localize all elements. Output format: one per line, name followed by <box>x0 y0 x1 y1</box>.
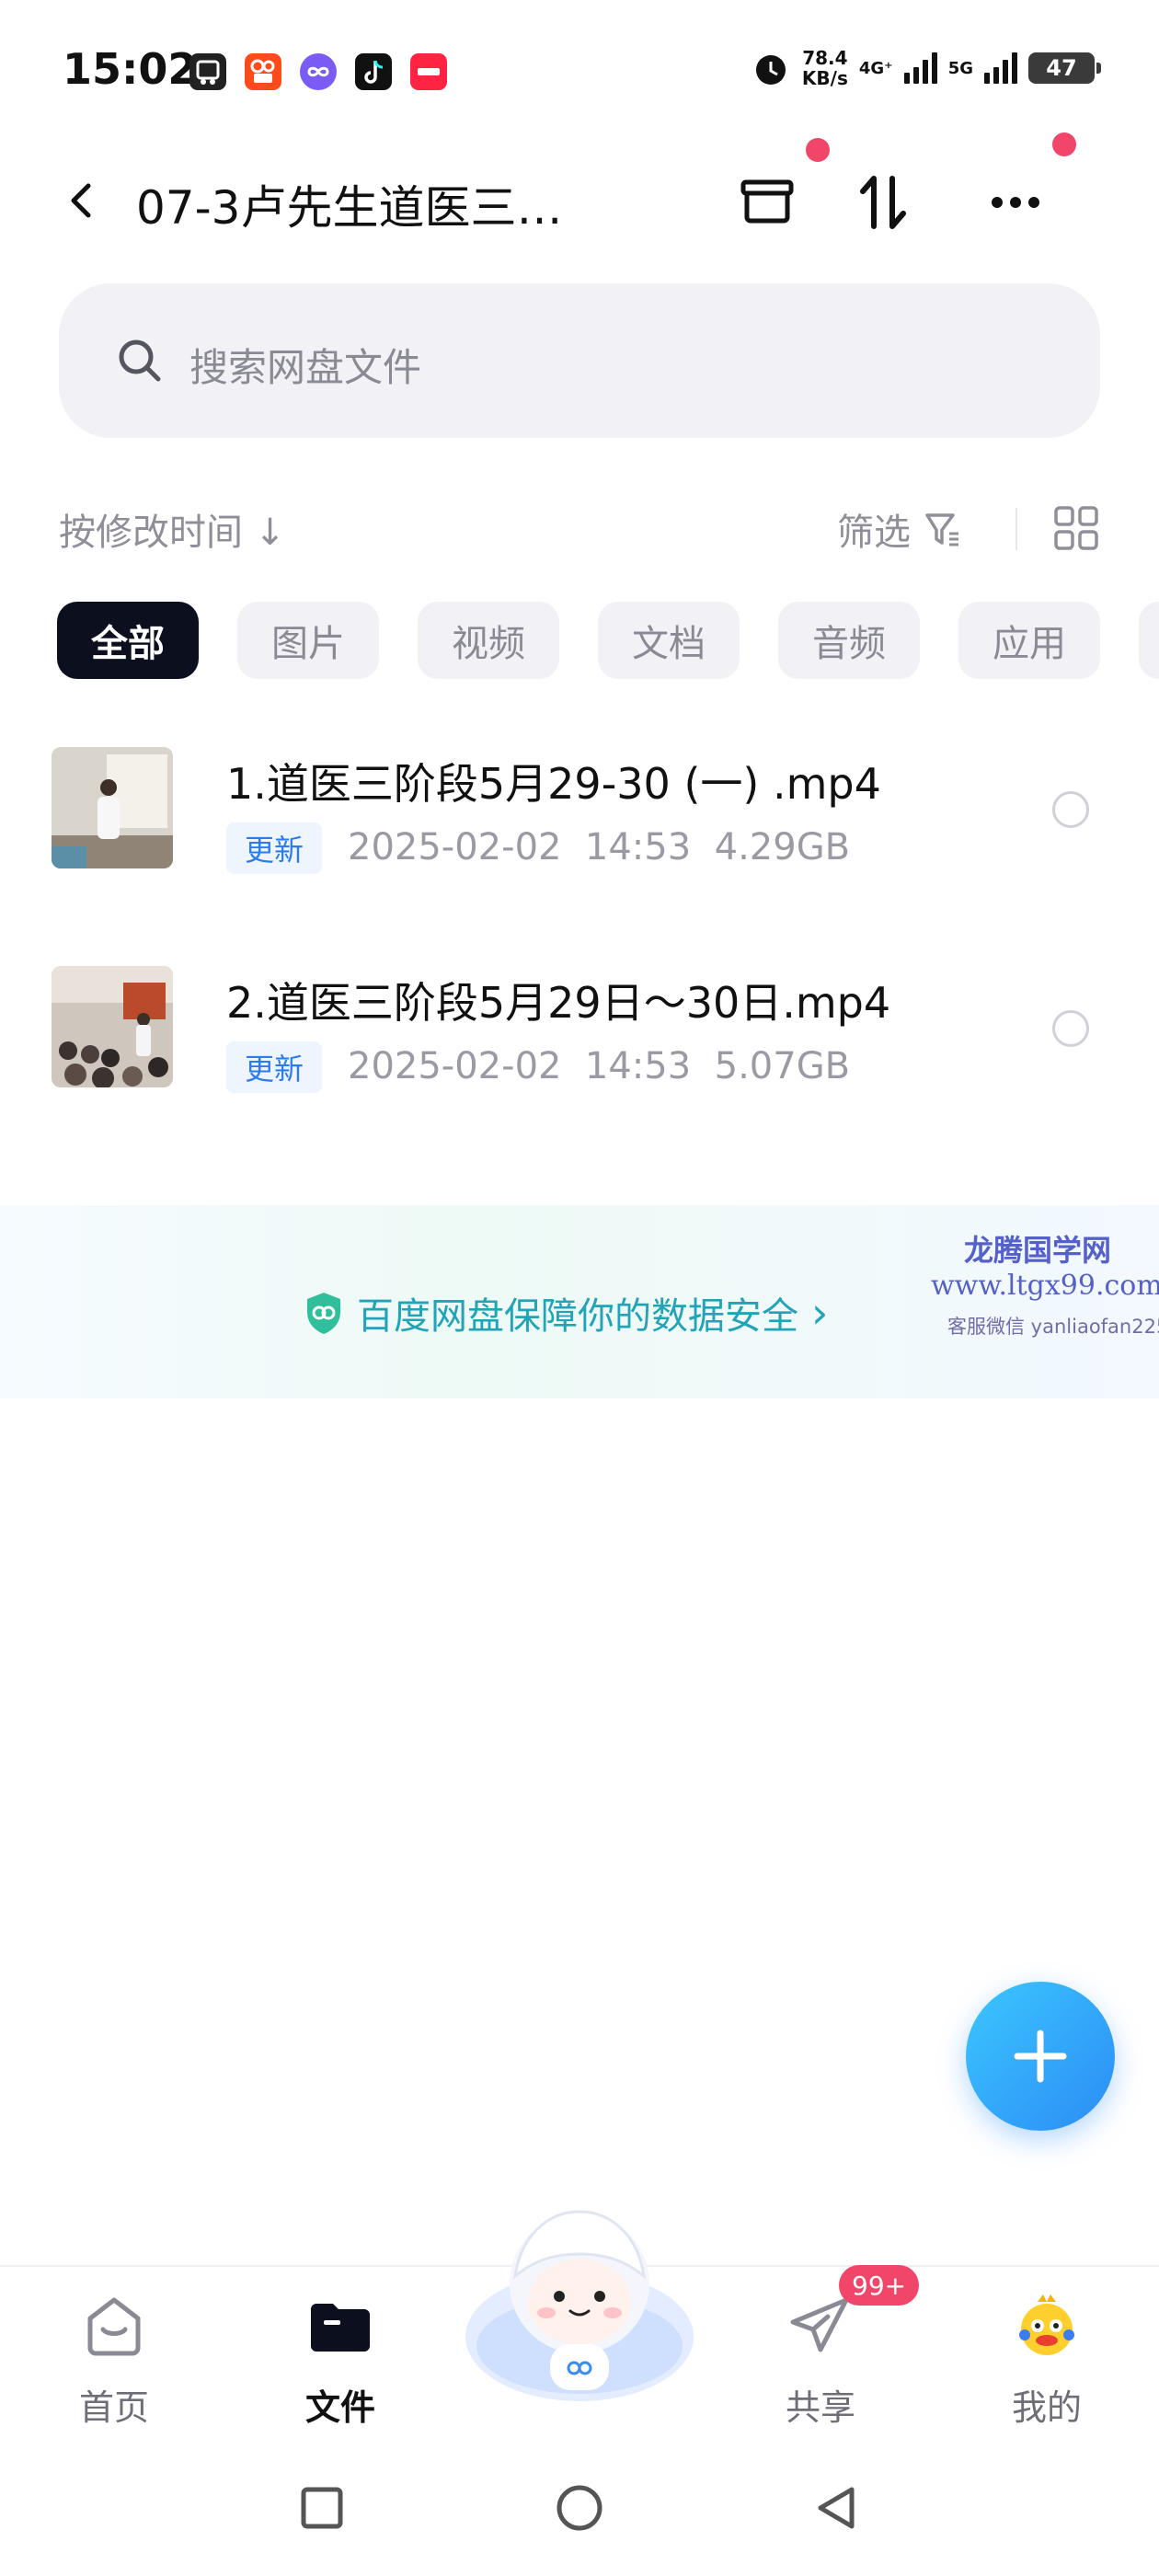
app-icon-1 <box>189 53 226 90</box>
top-header: 07-3卢先生道医三… <box>0 132 1159 267</box>
folder-icon <box>311 2304 370 2352</box>
search-placeholder: 搜索网盘文件 <box>189 345 422 390</box>
grid-view-icon[interactable] <box>1052 504 1100 552</box>
file-name: 1.道医三阶段5月29-30 (一) .mp4 <box>226 759 881 809</box>
update-badge: 更新 <box>226 822 323 874</box>
chip-documents[interactable]: 文档 <box>598 602 740 679</box>
nav-share-label: 共享 <box>785 2387 855 2428</box>
nav-share[interactable]: 共享 <box>747 2289 894 2428</box>
page-title: 07-3卢先生道医三… <box>136 181 563 235</box>
filter-icon <box>925 513 958 546</box>
mascot-button[interactable] <box>462 2199 697 2410</box>
file-meta: 2025-02-02 14:53 5.07GB <box>348 1045 851 1087</box>
signal-5g-icon <box>984 52 1017 84</box>
nav-mine-label: 我的 <box>1011 2387 1082 2428</box>
home-circle-icon[interactable] <box>552 2480 607 2536</box>
select-radio[interactable] <box>1052 791 1089 828</box>
plus-icon <box>1014 2030 1067 2083</box>
share-count-badge: 99+ <box>839 2265 920 2306</box>
chip-apps[interactable]: 应用 <box>958 602 1100 679</box>
file-list: 1.道医三阶段5月29-30 (一) .mp4 更新 2025-02-02 14… <box>0 718 1159 1156</box>
xiaohongshu-icon <box>410 53 447 90</box>
recents-icon[interactable] <box>294 2480 350 2536</box>
net-4g-label: 4G⁺ <box>858 58 893 78</box>
back-icon[interactable] <box>55 173 110 228</box>
avatar-icon <box>1019 2294 1074 2355</box>
more-icon[interactable] <box>979 166 1052 239</box>
net-speed: 78.4 KB/s <box>801 47 848 89</box>
search-bar[interactable]: 搜索网盘文件 <box>59 283 1100 438</box>
nav-home-label: 首页 <box>78 2387 149 2428</box>
watermark-title: 龙腾国学网 <box>964 1233 1112 1268</box>
sort-row: 按修改时间 ↓ 筛选 <box>59 497 1100 558</box>
sort-divider <box>1016 508 1017 550</box>
net-5g-label: 5G <box>947 58 973 78</box>
back-triangle-icon[interactable] <box>809 2480 865 2536</box>
chevron-right-icon: › <box>811 1288 829 1338</box>
signal-4g-icon <box>903 52 937 84</box>
system-nav-bar <box>0 2440 1159 2576</box>
status-time: 15:02 <box>63 44 198 94</box>
file-name: 2.道医三阶段5月29日～30日.mp4 <box>226 978 891 1028</box>
chip-audio[interactable]: 音频 <box>778 602 920 679</box>
status-right: 78.4 KB/s 4G⁺ 5G 47 <box>751 47 1101 89</box>
more-red-dot <box>1052 132 1076 156</box>
add-button[interactable] <box>966 1982 1115 2131</box>
file-row[interactable]: 2.道医三阶段5月29日～30日.mp4 更新 2025-02-02 14:53… <box>0 937 1159 1156</box>
battery-icon: 47 <box>1028 52 1101 84</box>
watermark-contact: 客服微信 yanliaofan225 <box>947 1316 1159 1338</box>
select-radio[interactable] <box>1052 1010 1089 1047</box>
filter-button[interactable]: 筛选 <box>837 502 964 556</box>
status-bar: 15:02 78.4 KB/s 4G⁺ 5G 47 <box>0 0 1159 138</box>
chip-more-partial[interactable] <box>1139 602 1159 679</box>
douyin-icon <box>355 53 392 90</box>
nav-home[interactable]: 首页 <box>40 2289 188 2428</box>
watermark-url: www.ltgx99.com <box>931 1270 1159 1302</box>
file-meta: 2025-02-02 14:53 4.29GB <box>348 826 851 868</box>
category-chips: 全部 图片 视频 文档 音频 应用 <box>57 602 1159 679</box>
chip-images[interactable]: 图片 <box>237 602 379 679</box>
video-thumbnail <box>52 747 173 868</box>
update-badge: 更新 <box>226 1041 323 1093</box>
transfer-box-icon[interactable] <box>730 166 804 239</box>
alarm-icon <box>755 55 786 85</box>
security-banner: 百度网盘保障你的数据安全 › 龙腾国学网 www.ltgx99.com 客服微信… <box>0 1205 1159 1398</box>
mascot-icon <box>465 2210 694 2401</box>
infinity-icon <box>300 53 337 90</box>
sort-updown-icon[interactable] <box>846 166 920 239</box>
shield-icon <box>307 1293 340 1334</box>
file-row[interactable]: 1.道医三阶段5月29-30 (一) .mp4 更新 2025-02-02 14… <box>0 718 1159 937</box>
nav-files-label: 文件 <box>304 2387 375 2428</box>
search-icon <box>119 339 161 382</box>
sort-arrow-icon: ↓ <box>254 512 286 554</box>
nav-files[interactable]: 文件 <box>267 2289 414 2428</box>
video-thumbnail <box>52 966 173 1087</box>
home-icon <box>87 2297 141 2356</box>
kuaishou-icon <box>245 53 281 90</box>
nav-mine[interactable]: 我的 <box>973 2289 1120 2428</box>
chip-videos[interactable]: 视频 <box>418 602 559 679</box>
transfer-red-dot <box>806 138 830 162</box>
sort-by-modified-button[interactable]: 按修改时间 ↓ <box>59 502 285 556</box>
security-link[interactable]: 百度网盘保障你的数据安全 › <box>304 1286 828 1340</box>
chip-all[interactable]: 全部 <box>57 602 199 679</box>
